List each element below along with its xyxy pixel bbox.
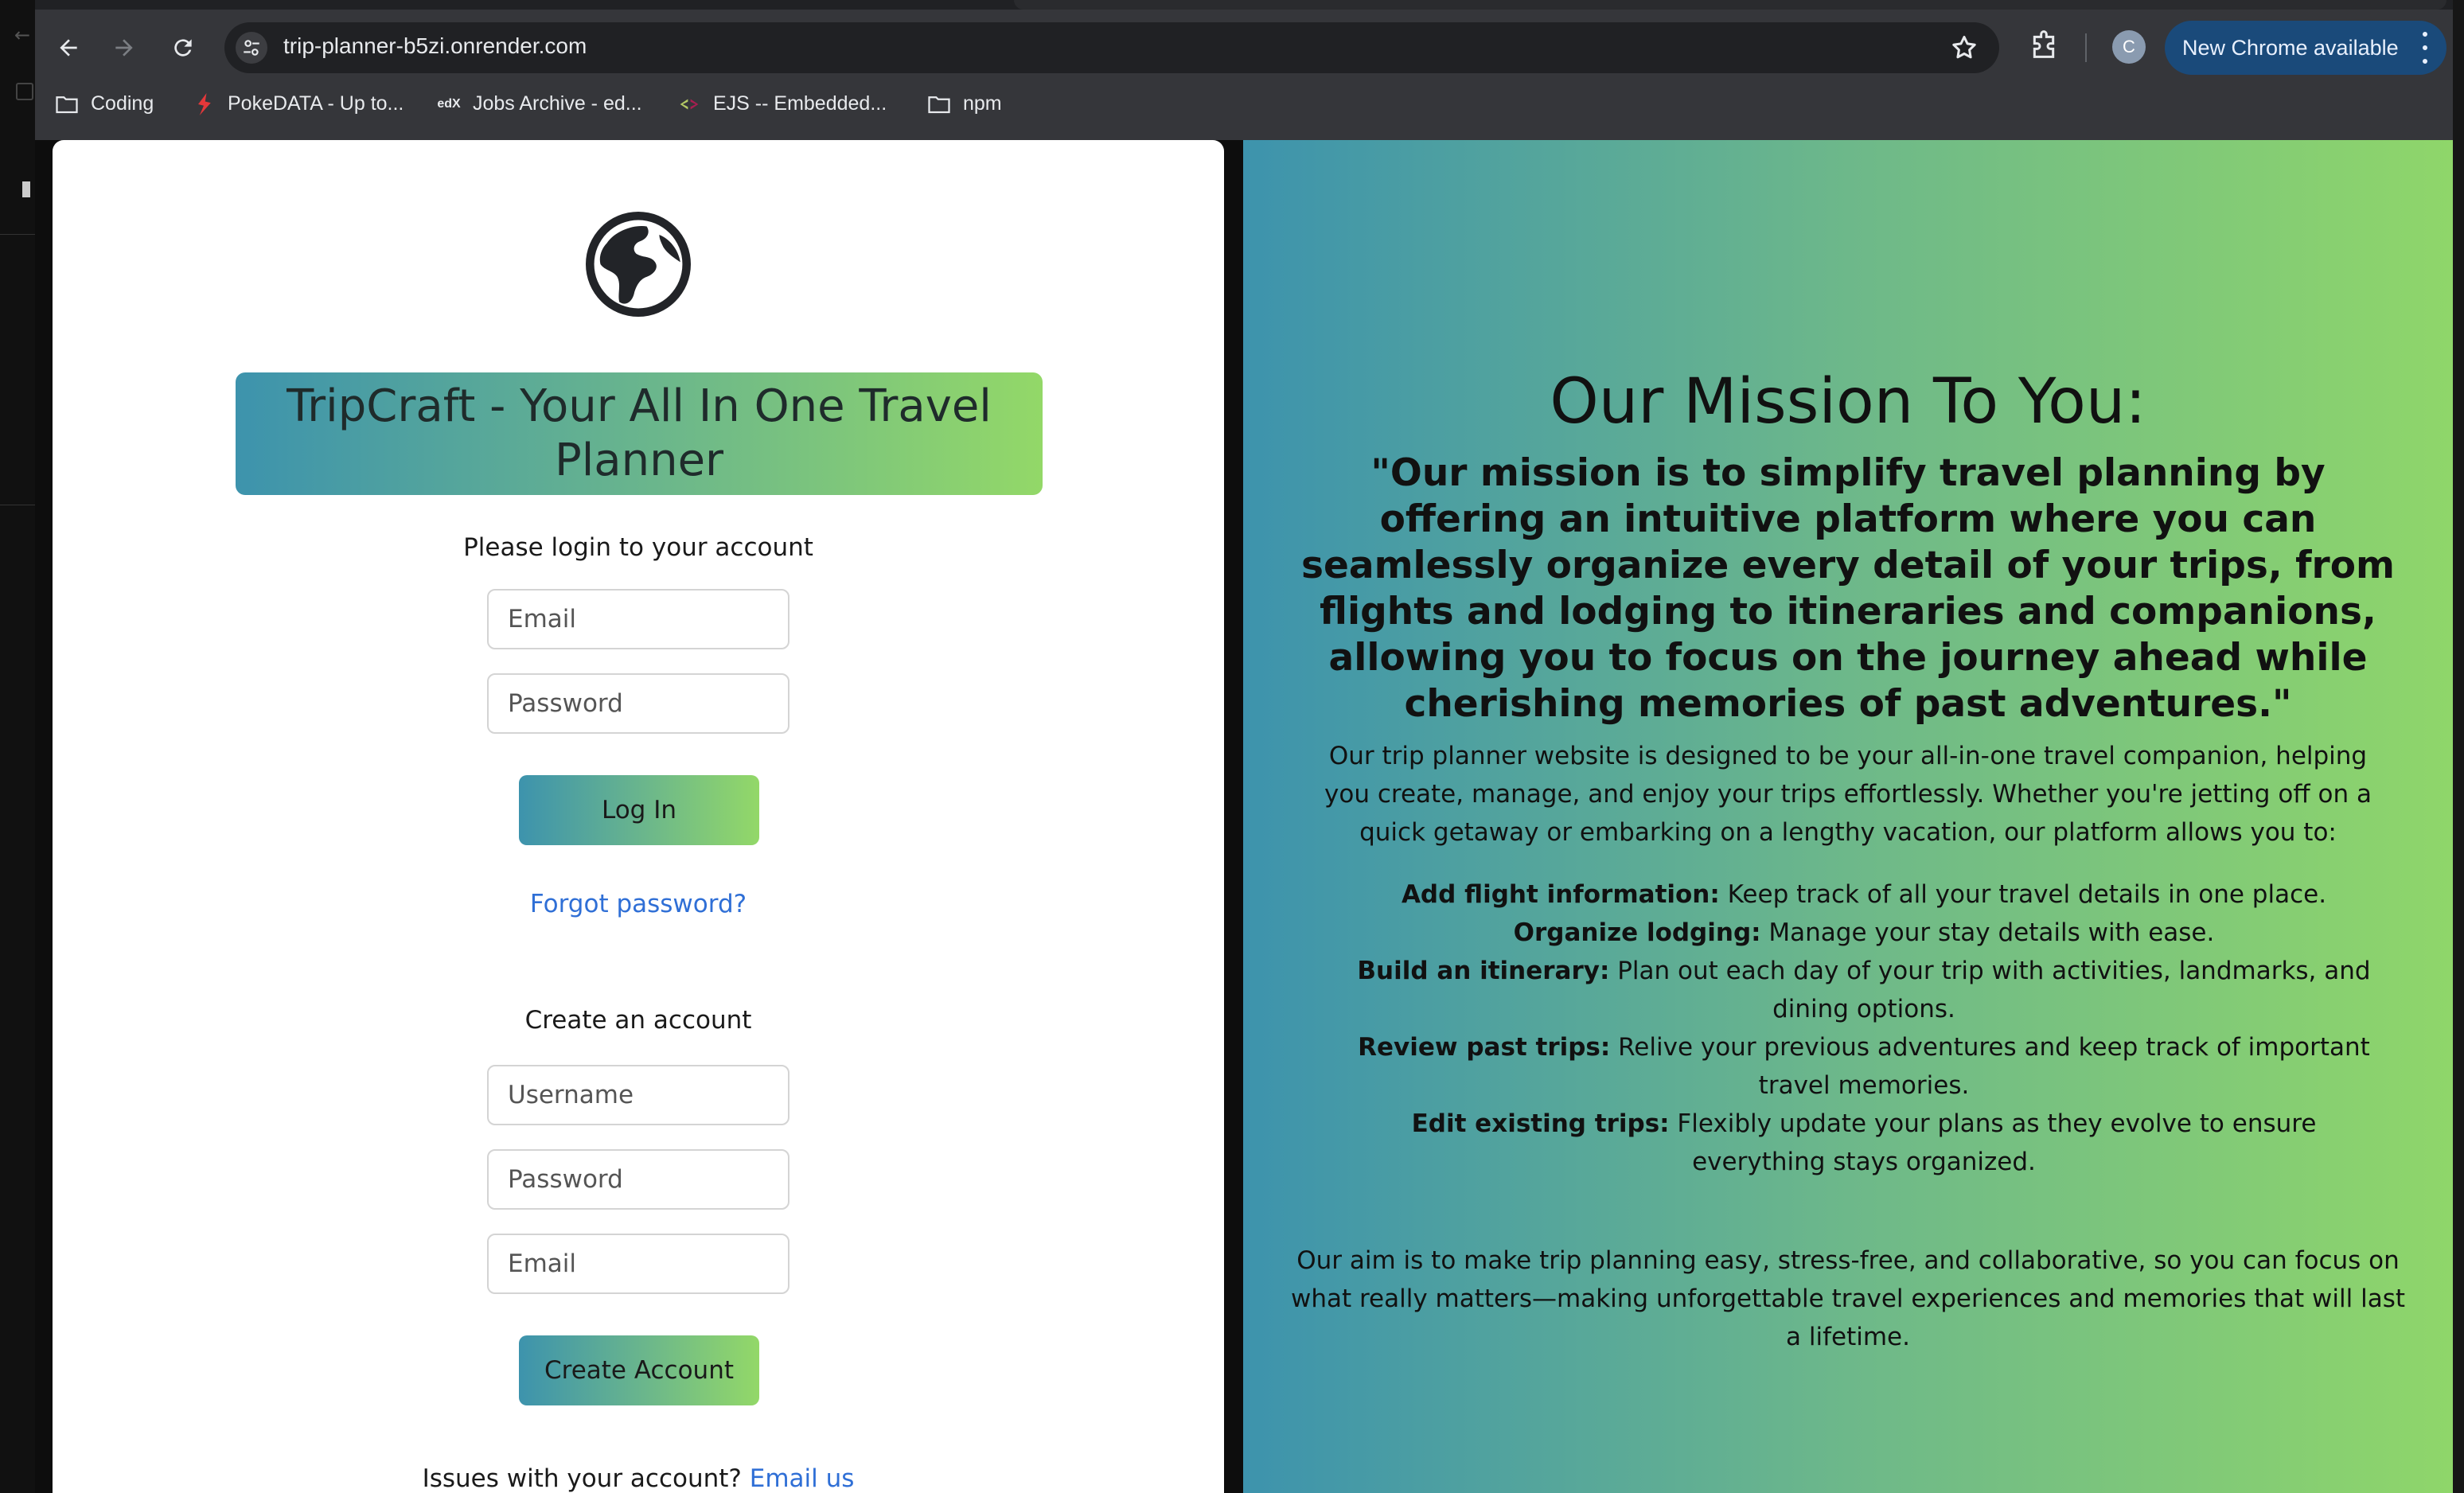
- signup-username-input[interactable]: Username: [487, 1065, 789, 1125]
- create-account-prompt: Create an account: [524, 1006, 752, 1035]
- reload-button[interactable]: [166, 30, 201, 65]
- toolbar-separator: [2085, 33, 2087, 62]
- login-prompt: Please login to your account: [463, 533, 813, 562]
- back-arrow-icon: ←: [14, 24, 31, 46]
- mission-quote: "Our mission is to simplify travel plann…: [1301, 451, 2395, 726]
- edx-favicon-icon: edX: [437, 96, 461, 111]
- bookmarks-bar: Coding PokeDATA - Up to... edX Jobs Arch…: [35, 83, 2453, 131]
- feature-item: Review past trips: Relive your previous …: [1358, 1033, 2370, 1100]
- bookmark-coding[interactable]: Coding: [54, 92, 154, 115]
- address-bar[interactable]: trip-planner-b5zi.onrender.com: [224, 22, 1999, 73]
- feature-item: Edit existing trips: Flexibly update you…: [1411, 1109, 2317, 1176]
- mission-intro: Our trip planner website is designed to …: [1324, 742, 2372, 847]
- signup-password-input[interactable]: Password: [487, 1149, 789, 1210]
- feature-item: Build an itinerary: Plan out each day of…: [1357, 957, 2371, 1023]
- reload-icon: [174, 39, 192, 57]
- bookmark-ejs[interactable]: EJS -- Embedded...: [676, 92, 887, 115]
- bookmark-star-icon[interactable]: [1950, 33, 1979, 62]
- bookmark-npm[interactable]: npm: [926, 92, 1002, 115]
- tune-icon: [244, 40, 259, 56]
- login-button[interactable]: Log In: [519, 775, 759, 845]
- back-arrow-icon: [60, 39, 77, 57]
- url-text[interactable]: trip-planner-b5zi.onrender.com: [283, 33, 587, 59]
- login-email-input[interactable]: Email: [487, 589, 789, 649]
- page-viewport: TripCraft - Your All In One Travel Plann…: [35, 140, 2453, 1493]
- folder-icon: [54, 93, 80, 115]
- account-issues-text: Issues with your account? Email us: [422, 1464, 855, 1493]
- more-menu-icon[interactable]: [2421, 32, 2429, 64]
- bookmark-jobs-archive[interactable]: edX Jobs Archive - ed...: [436, 92, 641, 115]
- folder-icon: [926, 93, 952, 115]
- tab-strip: [35, 0, 2453, 10]
- login-password-input[interactable]: Password: [487, 673, 789, 734]
- forward-arrow-icon: [115, 39, 133, 57]
- profile-avatar[interactable]: C: [2112, 30, 2146, 64]
- mission-aim: Our aim is to make trip planning easy, s…: [1290, 1246, 2406, 1351]
- create-account-button[interactable]: Create Account: [519, 1335, 759, 1405]
- email-us-link[interactable]: Email us: [750, 1464, 855, 1493]
- cursor-mark: [22, 181, 30, 197]
- login-panel: TripCraft - Your All In One Travel Plann…: [53, 140, 1224, 1493]
- mission-heading: Our Mission To You:: [1550, 366, 2146, 438]
- site-info-button[interactable]: [236, 32, 267, 64]
- signup-email-input[interactable]: Email: [487, 1234, 789, 1294]
- ejs-favicon-icon: [676, 93, 702, 115]
- mission-panel: Our Mission To You: "Our mission is to s…: [1243, 140, 2453, 1493]
- update-label: New Chrome available: [2182, 35, 2399, 60]
- folder-icon: [16, 83, 33, 100]
- background-app-strip: ←: [0, 0, 35, 1493]
- feature-item: Add flight information: Keep track of al…: [1401, 880, 2327, 909]
- globe-americas-icon: [586, 212, 691, 317]
- forward-button[interactable]: [107, 30, 142, 65]
- bookmark-pokedata[interactable]: PokeDATA - Up to...: [191, 92, 404, 115]
- back-button[interactable]: [51, 30, 86, 65]
- feature-item: Organize lodging: Manage your stay detai…: [1513, 918, 2215, 947]
- tab-shape: [1014, 0, 2446, 10]
- background-app-strip-right: [2453, 0, 2464, 1493]
- forgot-password-link[interactable]: Forgot password?: [53, 890, 1224, 918]
- feature-list: Add flight information: Keep track of al…: [1355, 875, 2373, 1181]
- app-title-banner: TripCraft - Your All In One Travel Plann…: [236, 372, 1043, 495]
- chrome-update-button[interactable]: New Chrome available: [2165, 21, 2446, 75]
- divider: [0, 234, 35, 235]
- extensions-puzzle-icon[interactable]: [2028, 30, 2060, 62]
- pokedata-favicon-icon: [191, 92, 216, 115]
